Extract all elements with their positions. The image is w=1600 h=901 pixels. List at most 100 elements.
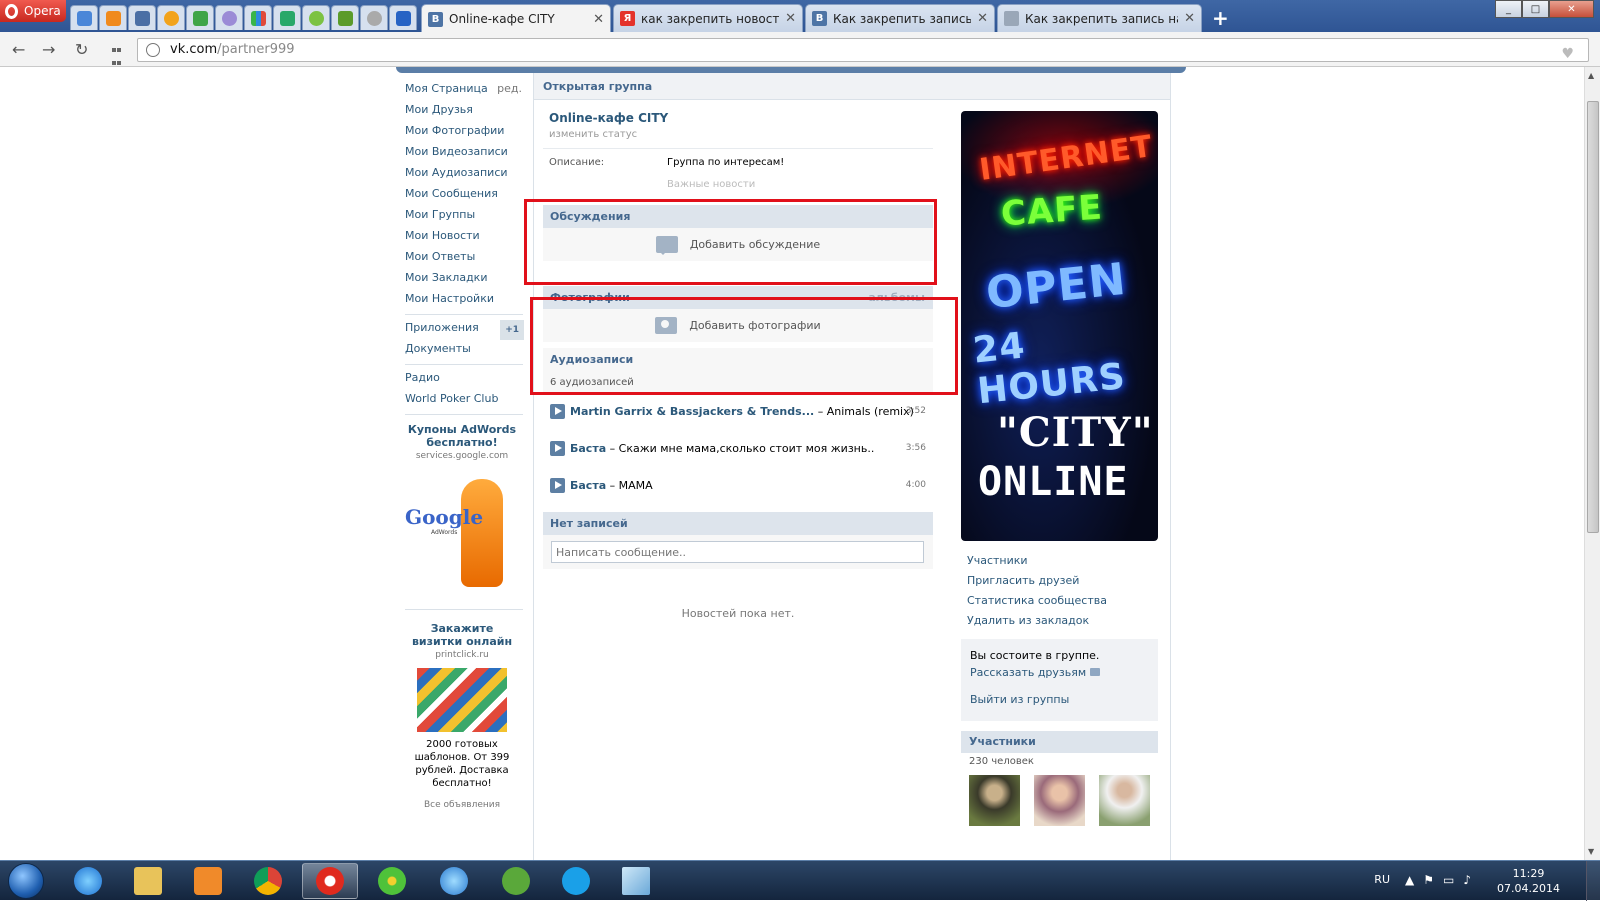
opera-menu-button[interactable]: Opera [0, 0, 66, 22]
pinned-tab-2[interactable] [99, 5, 127, 30]
show-desktop-button[interactable] [1586, 861, 1600, 901]
taskbar-ie[interactable] [60, 863, 116, 899]
scroll-down-icon[interactable]: ▼ [1588, 847, 1594, 856]
network-flag-icon[interactable]: ⚑ [1423, 873, 1443, 887]
avatar[interactable] [969, 775, 1020, 826]
community-stats-link[interactable]: Статистика сообщества [961, 591, 1158, 611]
speed-dial-icon[interactable] [112, 43, 126, 104]
language-indicator[interactable]: RU [1374, 873, 1390, 886]
menu-world-poker-club[interactable]: World Poker Club [396, 390, 532, 411]
pinned-tab-6[interactable] [215, 5, 243, 30]
taskbar-utorrent[interactable] [488, 863, 544, 899]
adwords-image[interactable]: Google AdWords [405, 471, 519, 601]
tab-yandex-search[interactable]: Я как закрепить новость в г ✕ [613, 4, 803, 32]
pinned-tab-5[interactable] [186, 5, 214, 30]
close-tab-icon[interactable]: ✕ [593, 12, 604, 27]
close-tab-icon[interactable]: ✕ [977, 11, 988, 26]
audio-track[interactable]: Martin Garrix & Bassjackers & Trends... … [543, 393, 933, 430]
ad-adwords[interactable]: Купоны AdWords бесплатно! services.googl… [405, 423, 519, 601]
tab-vk-help[interactable]: B Как закрепить запись на с ✕ [805, 4, 995, 32]
play-icon[interactable] [550, 404, 565, 419]
play-icon[interactable] [550, 478, 565, 493]
play-icon[interactable] [550, 441, 565, 456]
close-tab-icon[interactable]: ✕ [1184, 11, 1195, 26]
site-info-icon[interactable] [146, 43, 160, 57]
track-artist[interactable]: Баста [570, 479, 606, 492]
taskbar-media-player[interactable] [180, 863, 236, 899]
wall-message-input[interactable] [551, 541, 924, 563]
ad-title[interactable]: Закажите визитки онлайн [405, 622, 519, 648]
pinned-tab-8[interactable] [273, 5, 301, 30]
pinned-tab-10[interactable] [331, 5, 359, 30]
menu-my-settings[interactable]: Мои Настройки [396, 290, 532, 311]
avatar[interactable] [1099, 775, 1150, 826]
display-icon[interactable]: ▭ [1443, 873, 1463, 887]
taskbar-chrome[interactable] [240, 863, 296, 899]
pinned-tab-11[interactable] [360, 5, 388, 30]
scroll-up-icon[interactable]: ▲ [1588, 71, 1594, 80]
tray-arrow-icon[interactable]: ▲ [1405, 873, 1423, 887]
clock[interactable]: 11:29 07.04.2014 [1497, 866, 1560, 896]
taskbar-explorer[interactable] [120, 863, 176, 899]
remove-bookmark-link[interactable]: Удалить из закладок [961, 611, 1158, 631]
change-status-link[interactable]: изменить статус [543, 125, 933, 140]
minimize-button[interactable]: _ [1495, 0, 1522, 18]
taskbar-opera[interactable] [302, 863, 358, 899]
close-tab-icon[interactable]: ✕ [785, 11, 796, 26]
pinned-tab-9[interactable] [302, 5, 330, 30]
ad-printclick[interactable]: Закажите визитки онлайн printclick.ru 20… [405, 622, 519, 790]
audio-track[interactable]: Баста – MAMA 4:00 [543, 467, 933, 504]
menu-my-photos[interactable]: Мои Фотографии [396, 122, 532, 143]
menu-my-bookmarks[interactable]: Мои Закладки [396, 269, 532, 290]
taskbar-skype[interactable] [548, 863, 604, 899]
menu-my-messages[interactable]: Мои Сообщения [396, 185, 532, 206]
page-scrollbar[interactable]: ▲ ▼ [1584, 67, 1600, 860]
maximize-button[interactable]: □ [1522, 0, 1549, 18]
menu-radio[interactable]: Радио [396, 369, 532, 390]
track-artist[interactable]: Баста [570, 442, 606, 455]
reload-button[interactable]: ↻ [75, 40, 88, 59]
members-link[interactable]: Участники [961, 551, 1158, 571]
avatar[interactable] [1034, 775, 1085, 826]
scroll-thumb[interactable] [1587, 101, 1599, 533]
forward-button[interactable]: → [42, 40, 55, 59]
menu-my-audio[interactable]: Мои Аудиозаписи [396, 164, 532, 185]
taskbar-icq[interactable] [364, 863, 420, 899]
taskbar-updater[interactable] [426, 863, 482, 899]
leave-group-link[interactable]: Выйти из группы [970, 693, 1149, 706]
tray-icons[interactable]: ▲⚑▭♪ [1405, 873, 1480, 887]
members-header[interactable]: Участники [961, 731, 1158, 753]
ad-title[interactable]: Купоны AdWords бесплатно! [405, 423, 519, 449]
menu-my-page[interactable]: Моя Страница ред. [396, 80, 532, 101]
new-tab-button[interactable]: + [1212, 6, 1229, 30]
pinned-tab-3[interactable] [128, 5, 156, 30]
invite-friends-link[interactable]: Пригласить друзей [961, 571, 1158, 591]
menu-my-videos[interactable]: Мои Видеозаписи [396, 143, 532, 164]
bookmark-heart-icon[interactable]: ♥ [1561, 43, 1574, 65]
menu-my-friends[interactable]: Мои Друзья [396, 101, 532, 122]
pinned-tab-4[interactable] [157, 5, 185, 30]
all-ads-link[interactable]: Все объявления [405, 800, 519, 810]
tab-article[interactable]: Как закрепить запись над ✕ [997, 4, 1202, 32]
taskbar-notes[interactable] [608, 863, 664, 899]
edit-link[interactable]: ред. [497, 80, 522, 98]
track-artist[interactable]: Martin Garrix & Bassjackers & Trends... [570, 405, 814, 418]
menu-my-groups[interactable]: Мои Группы [396, 206, 532, 227]
start-button[interactable] [8, 863, 44, 899]
pinned-tab-12[interactable] [389, 5, 417, 30]
menu-my-answers[interactable]: Мои Ответы [396, 248, 532, 269]
menu-apps[interactable]: Приложения +1 [396, 319, 532, 340]
pinned-tab-1[interactable] [70, 5, 98, 30]
close-window-button[interactable]: ✕ [1549, 0, 1594, 18]
volume-icon[interactable]: ♪ [1463, 873, 1480, 887]
url-input[interactable]: vk.com/partner999 ♥ [137, 38, 1589, 62]
tab-online-cafe[interactable]: B Online-кафе CITY ✕ [421, 4, 611, 33]
back-button[interactable]: ← [12, 40, 25, 59]
group-cover-image[interactable]: INTERNET CAFE OPEN 24 HOURS "CITY" ONLIN… [961, 111, 1158, 541]
tell-friends-link[interactable]: Рассказать друзьям [970, 666, 1149, 679]
audio-track[interactable]: Баста – Скажи мне мама,сколько стоит моя… [543, 430, 933, 467]
pinned-tab-7[interactable] [244, 5, 272, 30]
business-cards-image[interactable] [417, 668, 507, 732]
menu-my-news[interactable]: Мои Новости [396, 227, 532, 248]
menu-documents[interactable]: Документы [396, 340, 532, 361]
